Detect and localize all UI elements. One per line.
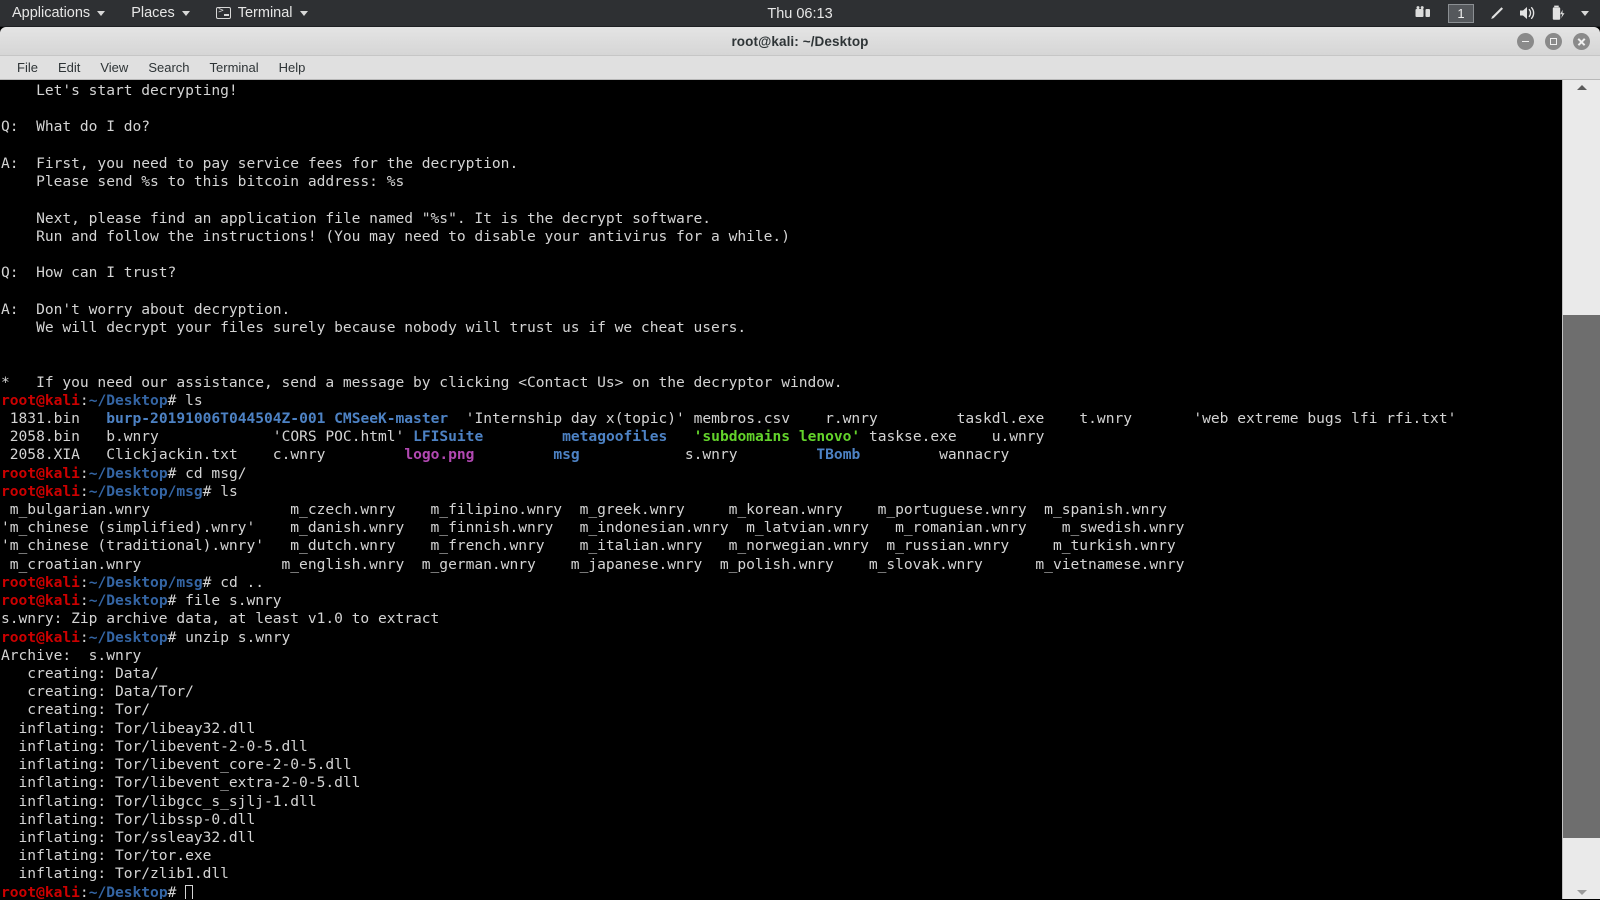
- terminal-menu-label: Terminal: [238, 5, 293, 21]
- brightness-pen-icon[interactable]: [1488, 0, 1505, 27]
- minimize-button[interactable]: [1517, 33, 1534, 50]
- menu-view[interactable]: View: [90, 56, 138, 80]
- terminal-area[interactable]: Let's start decrypting! Q: What do I do?…: [0, 80, 1600, 899]
- terminal-window: root@kali: ~/Desktop File Edit View Sear…: [0, 27, 1600, 900]
- tray-menu-chevron-down-icon[interactable]: [1581, 0, 1589, 27]
- scroll-down-arrow-icon[interactable]: [1563, 885, 1600, 899]
- close-button[interactable]: [1573, 33, 1590, 50]
- panel-menu-applications[interactable]: Applications: [0, 0, 118, 27]
- terminal-scrollbar[interactable]: [1562, 80, 1600, 899]
- terminal-output[interactable]: Let's start decrypting! Q: What do I do?…: [0, 80, 1562, 899]
- gnome-top-panel: Applications Places Terminal Thu 06:13: [0, 0, 1600, 27]
- screen: Applications Places Terminal Thu 06:13: [0, 0, 1600, 900]
- terminal-icon: [216, 7, 231, 19]
- panel-menu-places[interactable]: Places: [118, 0, 203, 27]
- workspace-switcher[interactable]: 1: [1448, 0, 1474, 27]
- volume-icon[interactable]: [1519, 0, 1538, 27]
- scroll-up-arrow-icon[interactable]: [1563, 80, 1600, 94]
- window-controls: [1517, 27, 1590, 56]
- menubar: File Edit View Search Terminal Help: [0, 56, 1600, 80]
- panel-menu-terminal[interactable]: Terminal: [203, 0, 321, 27]
- maximize-button[interactable]: [1545, 33, 1562, 50]
- applications-menu-label: Applications: [12, 5, 90, 21]
- terminal-cursor: [185, 885, 193, 899]
- places-menu-label: Places: [131, 5, 175, 21]
- system-tray: 1: [1415, 0, 1600, 27]
- window-title: root@kali: ~/Desktop: [731, 34, 868, 49]
- menu-help[interactable]: Help: [269, 56, 316, 80]
- workspace-indicator: 1: [1448, 4, 1474, 23]
- battery-charging-icon[interactable]: [1552, 0, 1567, 27]
- chevron-down-icon: [97, 11, 105, 16]
- menu-edit[interactable]: Edit: [48, 56, 90, 80]
- chevron-down-icon: [300, 11, 308, 16]
- chevron-down-icon: [182, 11, 190, 16]
- menu-file[interactable]: File: [7, 56, 48, 80]
- menu-search[interactable]: Search: [138, 56, 199, 80]
- screencast-icon[interactable]: [1415, 0, 1434, 27]
- scrollbar-thumb[interactable]: [1563, 315, 1600, 837]
- menu-terminal[interactable]: Terminal: [200, 56, 269, 80]
- window-titlebar: root@kali: ~/Desktop: [0, 27, 1600, 56]
